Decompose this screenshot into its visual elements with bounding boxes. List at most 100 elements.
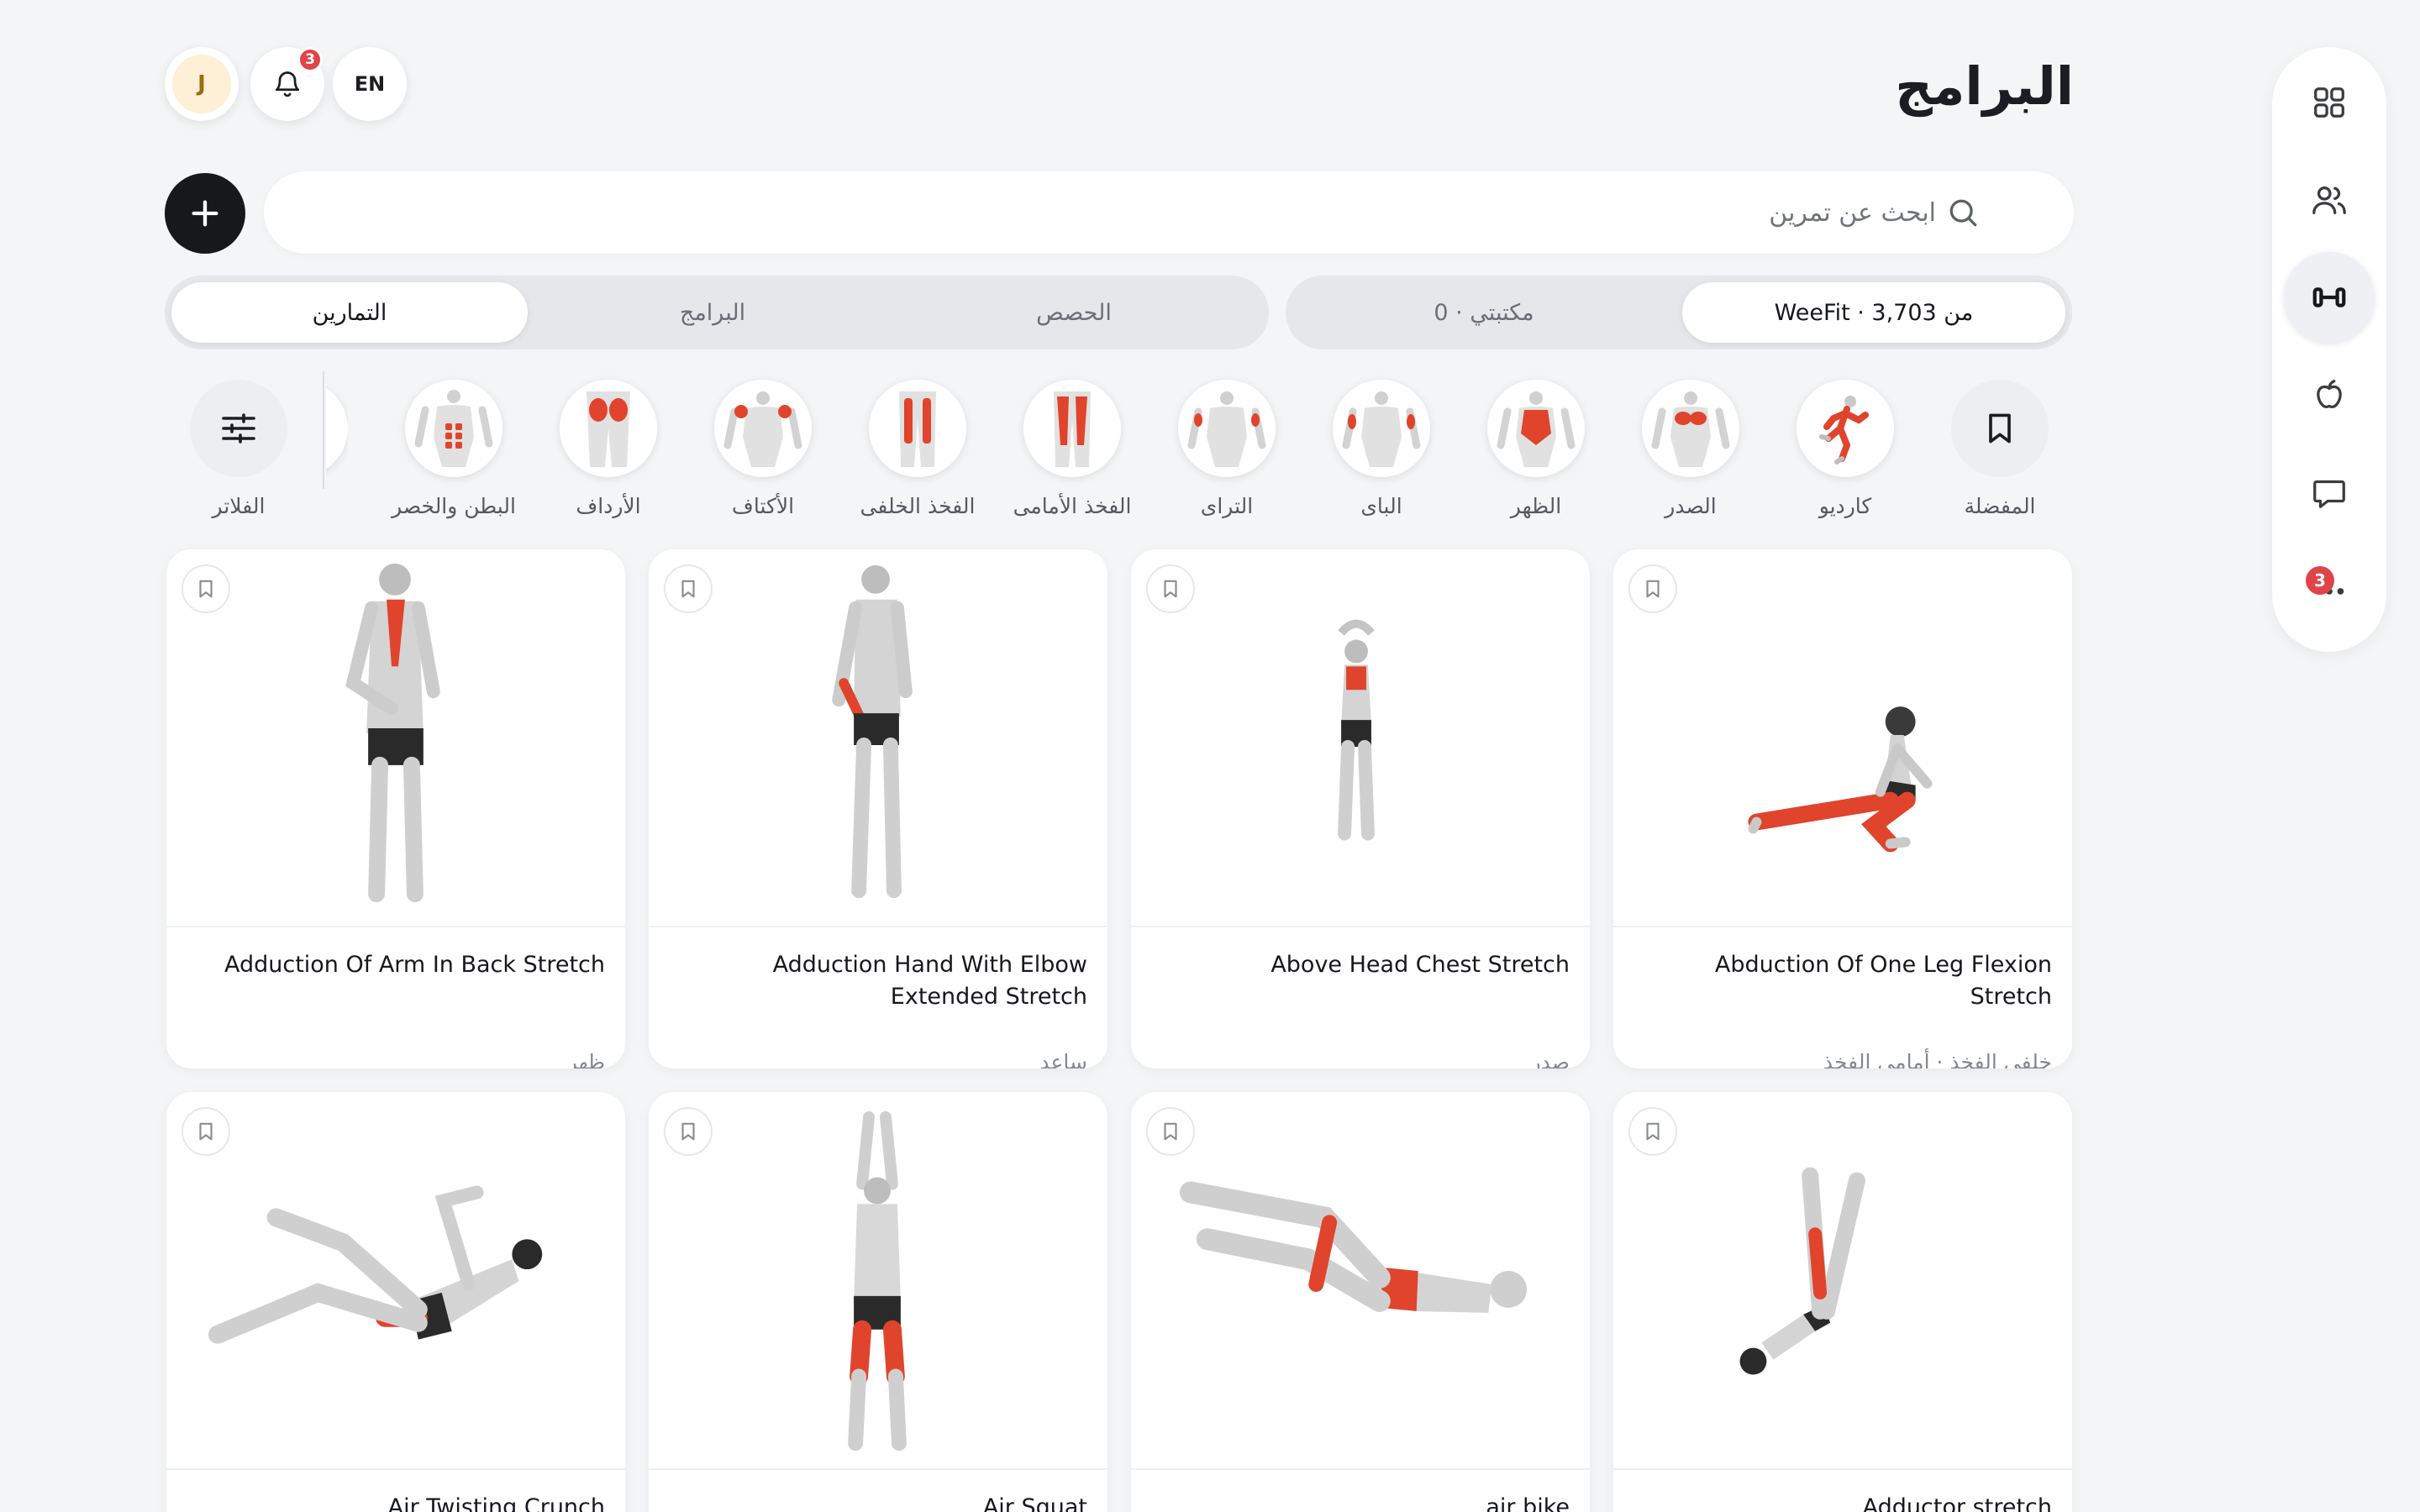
category-biceps[interactable]: البای (1306, 376, 1457, 528)
category-label: الفخذ الخلفی (860, 494, 976, 518)
chest-icon (1651, 391, 1730, 467)
category-back[interactable]: الظهر (1460, 376, 1612, 528)
nav-programs[interactable] (2284, 252, 2375, 343)
bookmark-icon (199, 580, 213, 598)
exercise-title: air bike (1486, 1494, 1570, 1512)
exercise-title: Air Twisting Crunch (387, 1494, 605, 1512)
category-label: كارديو (1818, 494, 1872, 518)
biceps-icon (1342, 391, 1421, 467)
exercise-card[interactable]: Adduction Of Arm In Back Stretch ظهر (166, 549, 625, 1068)
exercise-title: Adduction Of Arm In Back Stretch (224, 952, 605, 978)
category-glutes[interactable]: الأرداف (533, 376, 684, 528)
exercise-card[interactable]: Adduction Hand With Elbow Extended Stret… (649, 549, 1107, 1068)
exercise-muscle-tag: خلفی الفخذ · أمامی الفخذ (1823, 1050, 2052, 1068)
tab-sessions[interactable]: الحصص (896, 282, 1252, 343)
filters-label: الفلاتر (212, 494, 266, 518)
nutrition-icon (2317, 380, 2342, 409)
category-divider (323, 371, 324, 489)
tab-exercises[interactable]: التمارين (171, 282, 528, 343)
tab-weefit-library[interactable]: من WeeFit · 3,703 (1682, 282, 2065, 343)
page-title: البرامج (1895, 55, 2074, 117)
bookmark-button[interactable] (1628, 564, 1677, 613)
filters-button[interactable]: الفلاتر (163, 376, 314, 528)
tab-my-library[interactable]: مكتبتي · 0 (1292, 282, 1676, 343)
nav-clients[interactable] (2284, 155, 2375, 245)
source-tabs: مكتبتي · 0 من WeeFit · 3,703 (1286, 276, 2072, 349)
exercise-illustration (832, 564, 913, 899)
category-chest[interactable]: الصدر (1615, 376, 1766, 528)
bookmark-icon (681, 1122, 695, 1141)
exercise-muscle-tag: ظهر (566, 1050, 605, 1068)
bookmark-button[interactable] (182, 564, 230, 613)
bell-icon (275, 71, 300, 97)
category-label: الترای (1200, 494, 1254, 518)
exercise-title: Above Head Chest Stretch (1270, 952, 1570, 978)
bookmark-button[interactable] (1628, 1107, 1677, 1156)
exercise-card[interactable]: Air Squat (649, 1092, 1107, 1512)
exercise-title: Air Squat (982, 1494, 1087, 1512)
exercise-image (649, 1092, 1107, 1470)
notification-count-badge: 3 (297, 47, 323, 72)
exercise-card[interactable]: Above Head Chest Stretch صدر (1131, 549, 1590, 1068)
exercise-card[interactable]: Adductor stretch (1613, 1092, 2072, 1512)
cardio-icon (1819, 396, 1869, 465)
add-exercise-button[interactable] (165, 173, 245, 254)
notifications-button[interactable]: 3 (250, 47, 324, 121)
category-cardio[interactable]: كارديو (1770, 376, 1921, 528)
exercise-illustration (1748, 706, 1933, 853)
category-label: الأكتاف (731, 494, 795, 518)
exercise-card[interactable]: air bike (1131, 1092, 1590, 1512)
category-label: الصدر (1665, 494, 1717, 518)
bookmark-button[interactable] (1146, 564, 1195, 613)
category-label: المفضلة (1964, 494, 2036, 518)
bookmark-button[interactable] (664, 1107, 713, 1156)
search-input[interactable] (297, 171, 1936, 254)
bookmark-button[interactable] (182, 1107, 230, 1156)
users-icon (2312, 186, 2346, 214)
category-label: الظهر (1510, 494, 1562, 518)
exercise-image (1613, 1092, 2072, 1470)
search-bar (264, 171, 2074, 254)
plus-icon (192, 200, 218, 227)
search-icon (1949, 199, 1977, 227)
exercise-card[interactable]: Abduction Of One Leg Flexion Stretch خلف… (1613, 549, 2072, 1068)
category-quads[interactable]: الفخذ الأمامی (997, 376, 1148, 528)
category-shoulders[interactable]: الأكتاف (687, 376, 839, 528)
bookmark-button[interactable] (1146, 1107, 1195, 1156)
bookmark-icon (1646, 1122, 1660, 1141)
category-abs[interactable]: البطن والخصر (378, 376, 529, 528)
exercise-illustration (345, 563, 440, 903)
exercise-title: Abduction Of One Leg Flexion Stretch (1714, 952, 2052, 1010)
category-overflow-hint (326, 380, 348, 477)
exercise-image (1613, 549, 2072, 927)
category-triceps[interactable]: الترای (1151, 376, 1302, 528)
exercise-title: Adduction Hand With Elbow Extended Stret… (772, 952, 1087, 1010)
bookmark-icon (681, 580, 695, 598)
bookmark-button[interactable] (664, 564, 713, 613)
chat-icon (2313, 480, 2345, 508)
language-label: EN (354, 72, 386, 96)
nav-nutrition[interactable] (2284, 349, 2375, 440)
language-toggle-button[interactable]: EN (333, 47, 407, 121)
back-icon (1497, 391, 1576, 467)
exercise-illustration (848, 1110, 907, 1452)
category-favorites[interactable]: المفضلة (1924, 376, 2075, 528)
category-label: الأرداف (576, 494, 641, 518)
bookmark-icon (1989, 413, 2011, 444)
dashboard-icon (2314, 87, 2344, 118)
nav-more[interactable]: 3 (2284, 544, 2375, 635)
shoulders-icon (723, 391, 802, 467)
bookmark-icon (199, 1122, 213, 1141)
tab-programs[interactable]: البرامج (534, 282, 891, 343)
nav-messages[interactable] (2284, 447, 2375, 538)
bookmark-icon (1164, 580, 1177, 598)
triceps-icon (1187, 391, 1266, 467)
glutes-icon (587, 391, 630, 467)
category-hamstrings[interactable]: الفخذ الخلفی (842, 376, 993, 528)
exercise-card[interactable]: Air Twisting Crunch (166, 1092, 625, 1512)
category-label: البطن والخصر (392, 494, 516, 518)
nav-dashboard[interactable] (2284, 57, 2375, 148)
avatar: J (172, 55, 231, 113)
user-avatar-button[interactable]: J (165, 47, 239, 121)
category-label: الفخذ الأمامی (1013, 494, 1132, 518)
